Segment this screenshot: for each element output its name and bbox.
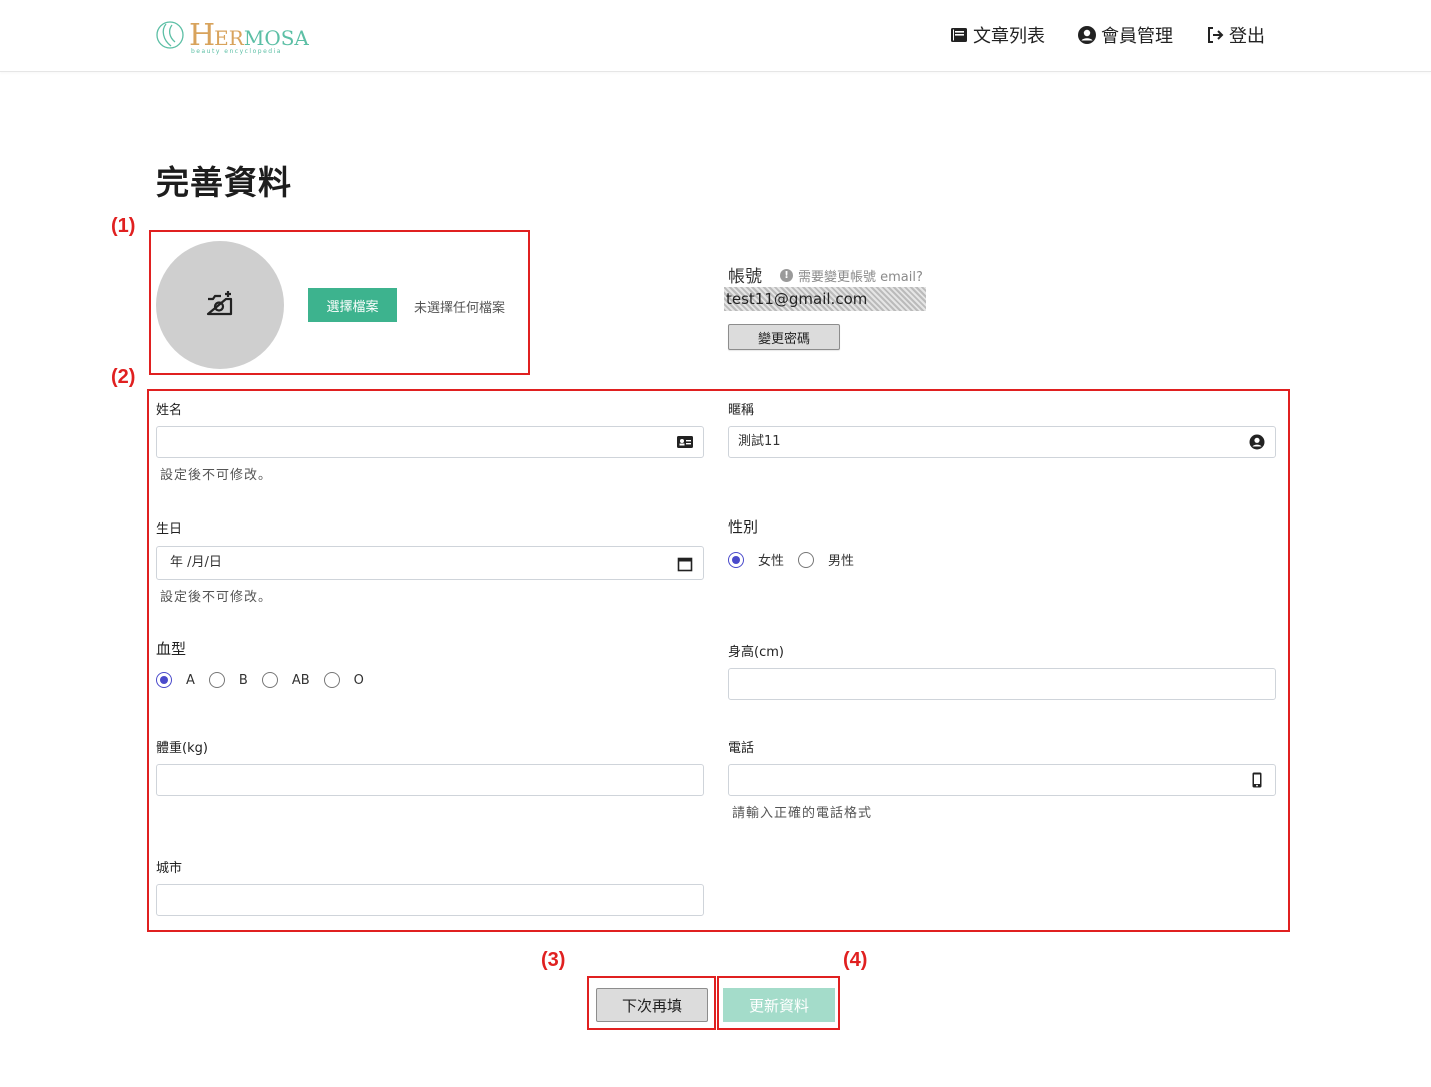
nav-articles[interactable]: 文章列表	[949, 22, 1045, 48]
city-label: 城市	[156, 861, 183, 876]
birthday-input-value: 年 /月/日	[170, 555, 222, 570]
user-circle-icon	[1078, 26, 1096, 44]
book-icon	[951, 28, 967, 42]
calendar-icon[interactable]	[677, 556, 693, 572]
update-profile-button[interactable]: 更新資料	[723, 988, 835, 1022]
logo-tagline: beauty encyclopedia	[191, 48, 282, 55]
page-title: 完善資料	[156, 163, 292, 202]
annotation-box-2	[147, 389, 1290, 932]
blood-type-label: 血型	[156, 640, 187, 658]
blood-type-b-radio[interactable]	[208, 672, 225, 688]
blood-type-o-label[interactable]: O	[354, 673, 364, 688]
nickname-input-value: 測試11	[738, 434, 781, 449]
blood-type-ab-radio[interactable]	[261, 672, 278, 688]
birthday-helper: 設定後不可修改。	[160, 590, 273, 605]
account-email: test11@gmail.com	[724, 287, 926, 311]
avatar-placeholder[interactable]	[156, 241, 284, 369]
annotation-label-1: (1)	[111, 215, 136, 237]
gender-male-radio[interactable]	[798, 551, 815, 568]
annotation-label-2: (2)	[111, 366, 136, 388]
change-password-button[interactable]: 變更密碼	[728, 324, 840, 350]
birthday-input[interactable]: 年 /月/日	[156, 546, 704, 580]
phone-label: 電話	[728, 741, 755, 756]
no-file-text: 未選擇任何檔案	[414, 301, 506, 316]
nav-members-label: 會員管理	[1101, 26, 1173, 47]
blood-type-radio-group: A B AB O	[156, 672, 378, 688]
name-helper: 設定後不可修改。	[160, 468, 273, 483]
name-input[interactable]	[156, 426, 704, 458]
id-card-icon	[677, 436, 693, 448]
nav-logout[interactable]: 登出	[1205, 22, 1265, 48]
gender-male-label[interactable]: 男性	[828, 550, 854, 569]
blood-type-b-label[interactable]: B	[239, 673, 248, 688]
sign-out-icon	[1208, 27, 1224, 43]
phone-helper: 請輸入正確的電話格式	[732, 806, 873, 821]
choose-file-button[interactable]: 選擇檔案	[308, 288, 397, 322]
top-navbar: HERMOSA beauty encyclopedia 文章列表 會員管理 登出	[0, 0, 1431, 72]
nickname-input[interactable]: 測試11	[728, 426, 1276, 458]
mobile-icon	[1252, 772, 1262, 788]
weight-label: 體重(kg)	[156, 741, 208, 756]
gender-female-label[interactable]: 女性	[758, 550, 784, 569]
hermosa-logo[interactable]: HERMOSA beauty encyclopedia	[155, 16, 309, 56]
height-label: 身高(cm)	[728, 645, 784, 660]
blood-type-o-radio[interactable]	[323, 672, 340, 688]
change-email-hint[interactable]: ! 需要變更帳號 email?	[780, 266, 923, 285]
gender-label: 性別	[728, 518, 759, 536]
phone-input[interactable]	[728, 764, 1276, 796]
nav-members[interactable]: 會員管理	[1077, 22, 1173, 48]
city-input[interactable]	[156, 884, 704, 916]
nickname-label: 暱稱	[728, 403, 755, 418]
account-label: 帳號	[728, 267, 762, 287]
nav-logout-label: 登出	[1229, 26, 1265, 47]
birthday-label: 生日	[156, 522, 183, 537]
blood-type-a-radio[interactable]	[156, 672, 172, 688]
camera-plus-icon	[206, 291, 233, 316]
logo-face-icon	[156, 21, 184, 49]
info-icon: !	[780, 269, 793, 282]
height-input[interactable]	[728, 668, 1276, 700]
gender-female-radio[interactable]	[728, 551, 744, 568]
blood-type-a-label[interactable]: A	[186, 673, 195, 688]
annotation-label-3: (3)	[541, 949, 566, 971]
name-label: 姓名	[156, 403, 183, 418]
weight-input[interactable]	[156, 764, 704, 796]
user-circle-icon	[1249, 434, 1265, 450]
blood-type-ab-label[interactable]: AB	[292, 673, 310, 688]
gender-radio-group: 女性 男性	[728, 550, 868, 569]
nav-articles-label: 文章列表	[973, 26, 1045, 47]
fill-later-button[interactable]: 下次再填	[596, 988, 708, 1022]
annotation-label-4: (4)	[843, 949, 868, 971]
change-email-hint-text: 需要變更帳號 email?	[798, 270, 923, 285]
